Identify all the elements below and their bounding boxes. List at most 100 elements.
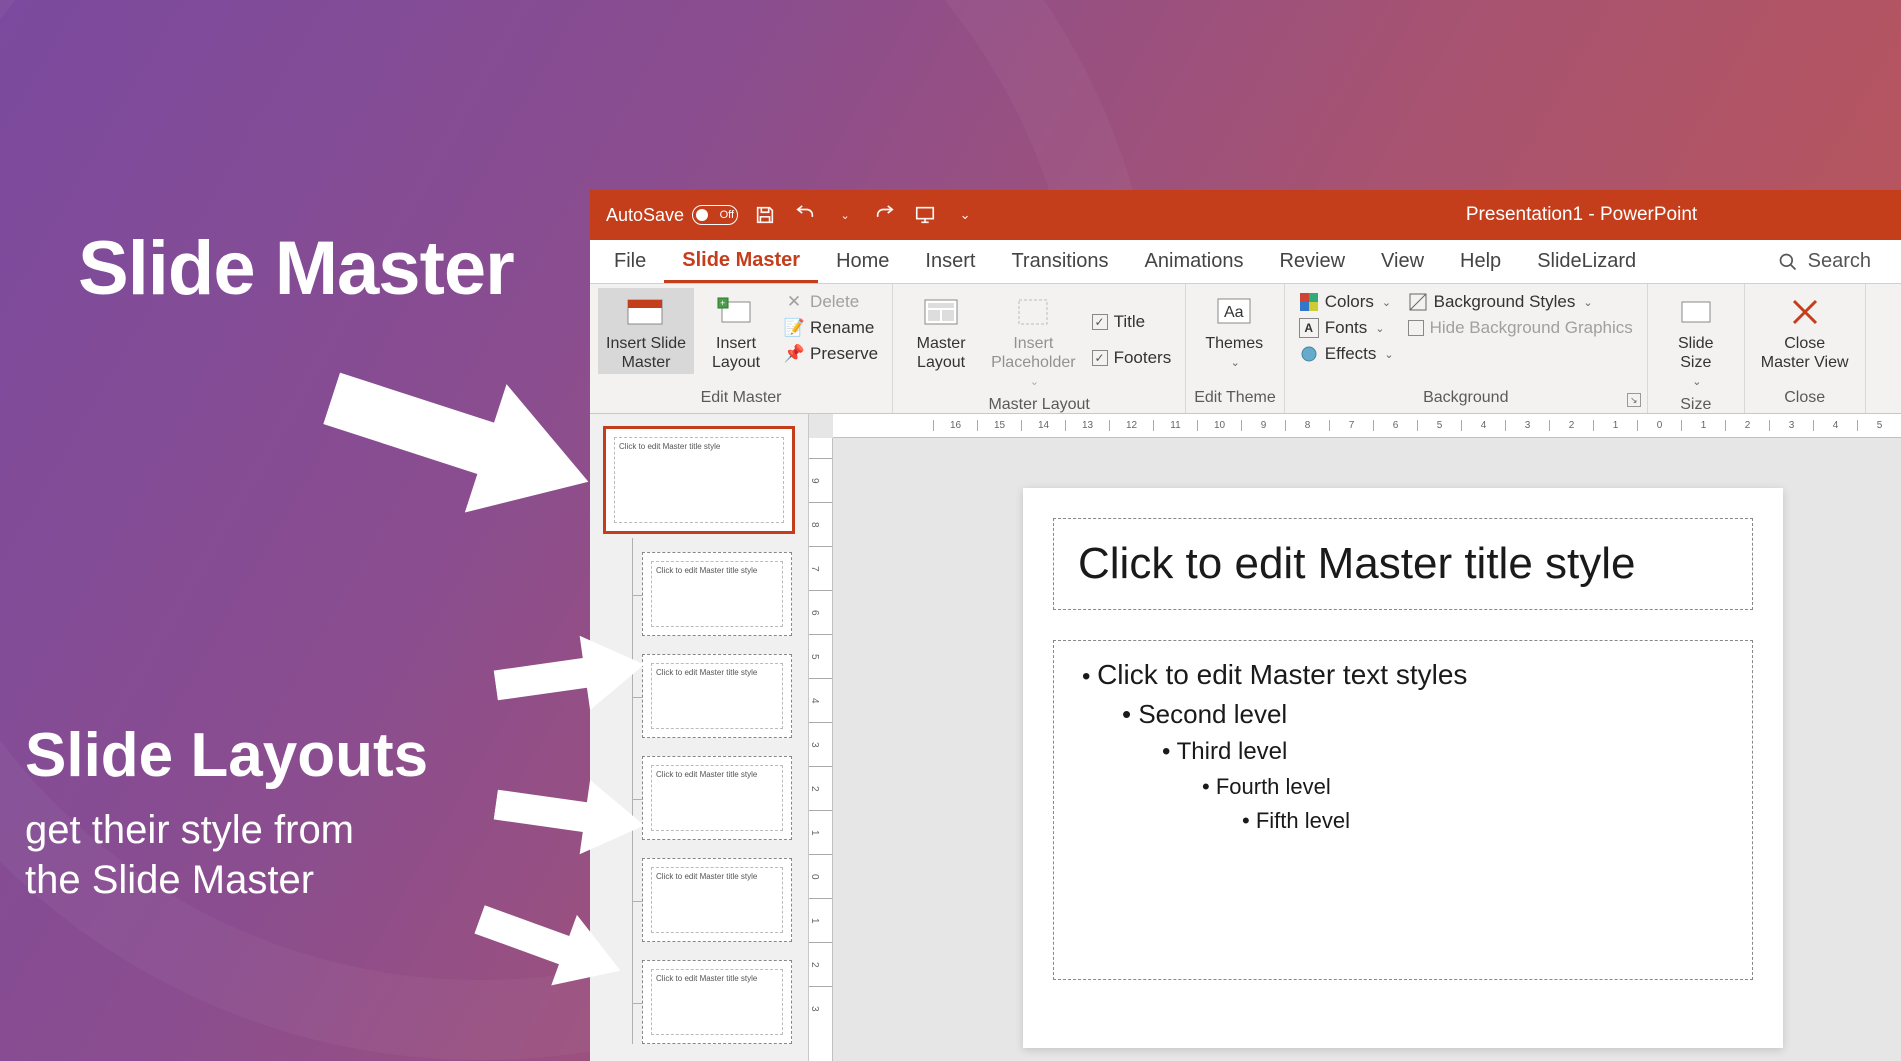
overlay-slide-layouts-title: Slide Layouts — [25, 720, 428, 791]
tab-home[interactable]: Home — [818, 240, 907, 283]
text-level-4: Fourth level — [1082, 774, 1724, 800]
group-edit-theme-label: Edit Theme — [1194, 385, 1276, 413]
insert-layout-label: Insert Layout — [712, 334, 760, 372]
title-checkbox[interactable]: Title — [1092, 312, 1172, 332]
insert-slide-master-button[interactable]: Insert Slide Master — [598, 288, 694, 374]
insert-placeholder-label: Insert Placeholder — [991, 334, 1076, 372]
powerpoint-window: AutoSave Off ⌄ ⌄ Presentation1 - PowerPo… — [590, 190, 1901, 1061]
insert-placeholder-button[interactable]: Insert Placeholder ⌄ — [983, 288, 1084, 392]
qat-customize-icon[interactable]: ⌄ — [952, 202, 978, 228]
tab-view[interactable]: View — [1363, 240, 1442, 283]
title-checkbox-label: Title — [1114, 312, 1146, 332]
ribbon-tabs: File Slide Master Home Insert Transition… — [590, 240, 1901, 284]
group-size: Slide Size⌄ Size — [1648, 284, 1745, 413]
group-close: Close Master View Close — [1745, 284, 1866, 413]
tab-review[interactable]: Review — [1261, 240, 1363, 283]
preserve-icon: 📌 — [784, 344, 804, 364]
group-background-label: Background — [1293, 385, 1639, 413]
body-placeholder[interactable]: Click to edit Master text styles Second … — [1053, 640, 1753, 980]
save-icon[interactable] — [752, 202, 778, 228]
thumb-master-text: Click to edit Master title style — [615, 438, 783, 455]
hide-bg-checkbox[interactable]: Hide Background Graphics — [1408, 318, 1633, 338]
rename-button[interactable]: 📝Rename — [784, 318, 878, 338]
thumb-layout-text: Click to edit Master title style — [652, 664, 782, 681]
tab-slidelizard[interactable]: SlideLizard — [1519, 240, 1654, 283]
thumb-layout-text: Click to edit Master title style — [652, 766, 782, 783]
fonts-icon: A — [1299, 318, 1319, 338]
layout-thumbnail[interactable]: Click to edit Master title style — [642, 552, 792, 636]
slideshow-icon[interactable] — [912, 202, 938, 228]
slide-size-icon — [1676, 294, 1716, 330]
themes-button[interactable]: Aa Themes⌄ — [1194, 288, 1274, 372]
layout-thumbnail[interactable]: Click to edit Master title style — [642, 858, 792, 942]
effects-button[interactable]: Effects⌄ — [1299, 344, 1394, 364]
delete-button[interactable]: ✕Delete — [784, 292, 878, 312]
preserve-button[interactable]: 📌 Preserve — [784, 344, 878, 364]
thumb-layout-text: Click to edit Master title style — [652, 970, 782, 987]
insert-layout-icon: + — [716, 294, 756, 330]
overlay-subtitle-1: get their style from — [25, 808, 354, 853]
fonts-button[interactable]: A Fonts ⌄ — [1299, 318, 1394, 338]
redo-icon[interactable] — [872, 202, 898, 228]
tab-animations[interactable]: Animations — [1127, 240, 1262, 283]
layout-thumbnail[interactable]: Click to edit Master title style — [642, 756, 792, 840]
delete-label: Delete — [810, 292, 859, 312]
tab-help[interactable]: Help — [1442, 240, 1519, 283]
tab-transitions[interactable]: Transitions — [993, 240, 1126, 283]
text-level-2: Second level — [1082, 699, 1724, 730]
tab-insert[interactable]: Insert — [907, 240, 993, 283]
undo-dropdown-icon[interactable]: ⌄ — [832, 202, 858, 228]
insert-slide-master-label: Insert Slide Master — [606, 334, 686, 372]
close-icon — [1785, 294, 1825, 330]
layout-thumbnail[interactable]: Click to edit Master title style — [642, 960, 792, 1044]
overlay-subtitle-2: the Slide Master — [25, 858, 314, 903]
preserve-label: Preserve — [810, 344, 878, 364]
slide-master-thumbnail[interactable]: Click to edit Master title style — [603, 426, 795, 534]
text-level-3: Third level — [1082, 738, 1724, 766]
ribbon-search[interactable]: Search — [1778, 240, 1901, 283]
undo-icon[interactable] — [792, 202, 818, 228]
group-edit-master: Insert Slide Master + Insert Layout ✕Del… — [590, 284, 893, 413]
thumb-layout-text: Click to edit Master title style — [652, 868, 782, 885]
group-master-layout-label: Master Layout — [901, 392, 1177, 420]
close-master-view-button[interactable]: Close Master View — [1753, 288, 1857, 374]
vertical-ruler[interactable]: 9876543210123 — [809, 438, 833, 1061]
toggle-switch-icon[interactable]: Off — [692, 205, 738, 225]
arrow-to-master — [301, 303, 620, 577]
chevron-down-icon: ⌄ — [1030, 376, 1039, 389]
chevron-down-icon: ⌄ — [1384, 348, 1393, 361]
title-placeholder[interactable]: Click to edit Master title style — [1053, 518, 1753, 610]
tab-slide-master[interactable]: Slide Master — [664, 240, 818, 283]
insert-layout-button[interactable]: + Insert Layout — [696, 288, 776, 374]
group-size-label: Size — [1656, 392, 1736, 420]
background-styles-label: Background Styles — [1434, 292, 1576, 312]
autosave-toggle[interactable]: AutoSave Off — [606, 205, 738, 226]
dialog-launcher-icon[interactable]: ↘ — [1627, 393, 1641, 407]
chevron-down-icon: ⌄ — [1583, 296, 1592, 309]
master-layout-icon — [921, 294, 961, 330]
autosave-label: AutoSave — [606, 205, 684, 226]
rename-label: Rename — [810, 318, 874, 338]
slide[interactable]: Click to edit Master title style Click t… — [1023, 488, 1783, 1048]
background-styles-button[interactable]: Background Styles ⌄ — [1408, 292, 1633, 312]
text-level-1: Click to edit Master text styles — [1082, 659, 1724, 691]
tab-file[interactable]: File — [596, 240, 664, 283]
overlay-slide-master-title: Slide Master — [78, 225, 514, 312]
chevron-down-icon: ⌄ — [1231, 357, 1240, 370]
master-layout-button[interactable]: Master Layout — [901, 288, 981, 392]
layout-thumbnail[interactable]: Click to edit Master title style — [642, 654, 792, 738]
fonts-label: Fonts — [1325, 318, 1368, 338]
document-title: Presentation1 - PowerPoint — [978, 204, 1885, 226]
chevron-down-icon: ⌄ — [1375, 322, 1384, 335]
slide-size-button[interactable]: Slide Size⌄ — [1656, 288, 1736, 392]
footers-checkbox[interactable]: Footers — [1092, 348, 1172, 368]
colors-button[interactable]: Colors⌄ — [1299, 292, 1394, 312]
svg-text:+: + — [720, 298, 725, 308]
master-layout-label: Master Layout — [917, 334, 966, 372]
effects-icon — [1299, 344, 1319, 364]
title-bar: AutoSave Off ⌄ ⌄ Presentation1 - PowerPo… — [590, 190, 1901, 240]
svg-text:Aa: Aa — [1224, 304, 1244, 321]
slide-canvas[interactable]: Click to edit Master title style Click t… — [833, 438, 1901, 1061]
canvas-area: 16151413121110987654321012345 9876543210… — [809, 414, 1901, 1061]
text-level-5: Fifth level — [1082, 808, 1724, 834]
